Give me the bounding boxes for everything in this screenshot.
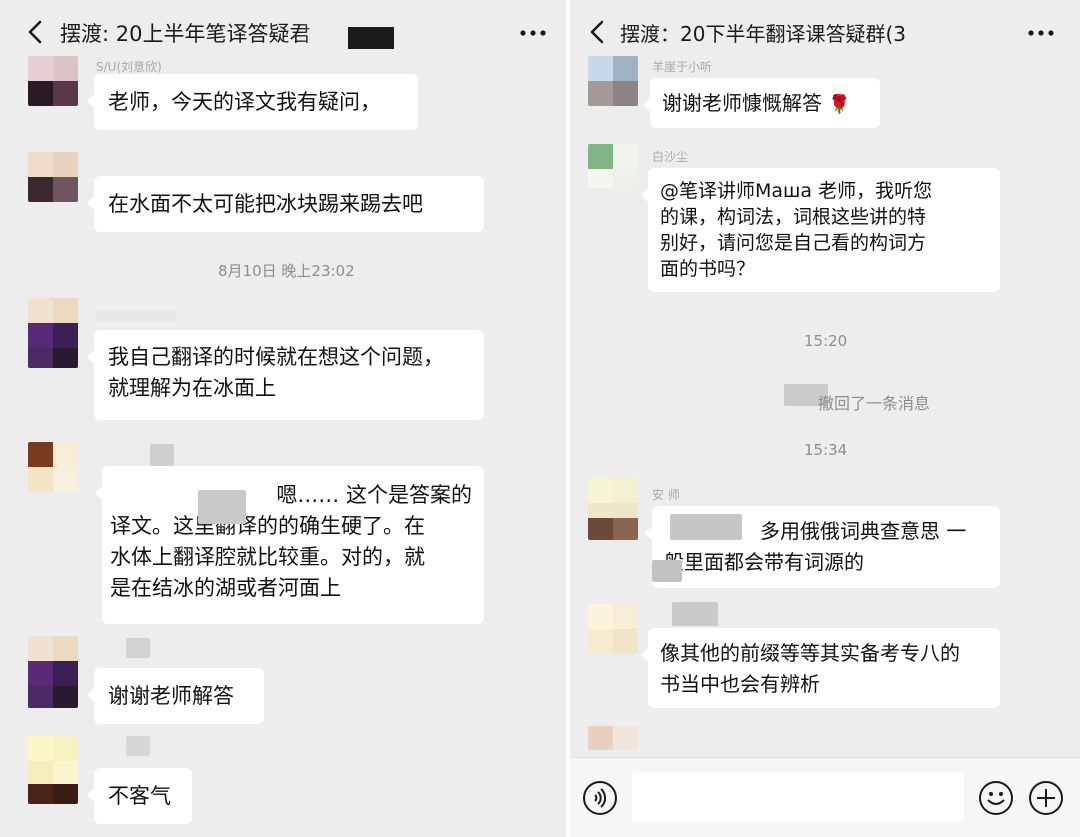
message-bubble[interactable]: @笔译讲师Маша 老师，我听您 的课，构词法，词根这些讲的特 别好，请问您是自…: [641, 168, 1000, 292]
message-text-line: 是在结冰的湖或者河面上: [110, 576, 341, 600]
message-text-line: 面的书吗？: [660, 258, 756, 280]
sender-nickname-blurred: [96, 310, 176, 322]
message-text: 谢谢老师慷慨解答: [662, 91, 822, 115]
message-text-line: 别好，请问您是自己看的构词方: [660, 232, 927, 254]
message-text: 谢谢老师解答: [108, 684, 234, 708]
chat-header: 摆渡：20下半年翻译课答疑群(3: [570, 0, 1080, 64]
message-text-line: 的课，构词法，词根这些讲的特: [660, 206, 927, 228]
message-text-line: 书当中也会有辨析: [660, 672, 820, 696]
plus-icon[interactable]: [1028, 780, 1064, 816]
back-arrow-icon[interactable]: [20, 14, 50, 50]
avatar[interactable]: [28, 298, 78, 368]
sender-nickname: S/U(刘意欣): [96, 60, 162, 74]
avatar[interactable]: [28, 56, 78, 106]
chat-window-right: 摆渡：20下半年翻译课答疑群(3 羊崖于小听 谢谢老师慷慨解答 🌹 白沙尘 @笔…: [570, 0, 1080, 837]
message-text-line: @笔译讲师Маша 老师，我听您: [660, 180, 933, 202]
voice-icon[interactable]: [582, 780, 618, 816]
avatar[interactable]: [588, 604, 638, 654]
message-text: 不客气: [108, 784, 171, 808]
sender-nickname-blurred: [150, 444, 174, 466]
chat-window-left: 摆渡: 20上半年笔译答疑君 S/U(刘意欣) 老师，今天的译文我有疑问， 在水…: [0, 0, 566, 837]
back-arrow-icon[interactable]: [582, 14, 612, 50]
message-bubble[interactable]: 像其他的前缀等等其实备考专八的 书当中也会有辨析: [641, 628, 1000, 708]
message-bubble[interactable]: 在水面不太可能把冰块踢来踢去吧: [87, 176, 484, 232]
chat-title: 摆渡: 20上半年笔译答疑君: [60, 22, 311, 46]
mention-blurred: [670, 514, 742, 540]
message-bubble[interactable]: 谢谢老师慷慨解答 🌹: [643, 78, 880, 128]
avatar[interactable]: [28, 636, 78, 708]
sender-nickname-blurred: [126, 736, 150, 756]
avatar[interactable]: [588, 144, 638, 188]
more-icon[interactable]: [516, 18, 550, 48]
timestamp: 15:20: [804, 332, 848, 350]
message-bubble[interactable]: 老师，今天的译文我有疑问，: [87, 74, 418, 130]
message-bubble[interactable]: 不客气: [87, 768, 192, 824]
emoji-icon[interactable]: [978, 780, 1014, 816]
message-input[interactable]: [632, 772, 964, 822]
message-text: 老师，今天的译文我有疑问，: [108, 90, 381, 114]
message-text-line: 我自己翻译的时候就在想这个问题，: [108, 345, 444, 369]
redaction-block: [348, 27, 394, 49]
text-blurred: [652, 560, 682, 582]
mention-blurred: [198, 490, 246, 524]
avatar[interactable]: [588, 56, 638, 106]
message-text-line: 水体上翻译腔就比较重。对的，就: [110, 545, 425, 569]
rose-icon: 🌹: [828, 94, 851, 115]
timestamp: 8月10日 晚上23:02: [218, 262, 355, 280]
message-text-line: 译文。这里翻译的的确生硬了。在: [110, 514, 425, 538]
timestamp: 15:34: [804, 441, 848, 459]
message-text: 在水面不太可能把冰块踢来踢去吧: [108, 192, 423, 216]
sender-nickname-blurred: [126, 638, 150, 658]
message-text-line: 般里面都会带有词源的: [664, 550, 864, 574]
message-bubble[interactable]: 嗯…… 这个是答案的 译文。这里翻译的的确生硬了。在 水体上翻译腔就比较重。对的…: [95, 466, 484, 624]
avatar[interactable]: [28, 442, 78, 492]
message-text-line: 嗯…… 这个是答案的: [276, 483, 472, 507]
sender-nickname: 羊崖于小听: [652, 60, 713, 74]
message-bubble[interactable]: 我自己翻译的时候就在想这个问题， 就理解为在冰面上: [87, 330, 484, 420]
title-fade: [910, 16, 960, 50]
chat-header: 摆渡: 20上半年笔译答疑君: [0, 0, 566, 64]
message-bubble[interactable]: 谢谢老师解答: [87, 668, 264, 724]
message-text-line: 像其他的前缀等等其实备考专八的: [660, 641, 960, 665]
avatar[interactable]: [588, 726, 638, 750]
chat-input-bar: [570, 757, 1080, 837]
avatar[interactable]: [28, 152, 78, 202]
avatar[interactable]: [588, 478, 638, 540]
message-text-line: 就理解为在冰面上: [108, 376, 276, 400]
chat-title: 摆渡：20下半年翻译课答疑群(3: [620, 22, 906, 46]
sender-nickname: 安 师: [652, 488, 680, 502]
recall-notice: 撤回了一条消息: [818, 394, 931, 413]
more-icon[interactable]: [1024, 18, 1058, 48]
sender-nickname: 白沙尘: [652, 150, 689, 164]
sender-nickname-blurred: [672, 602, 718, 626]
avatar[interactable]: [28, 736, 78, 804]
